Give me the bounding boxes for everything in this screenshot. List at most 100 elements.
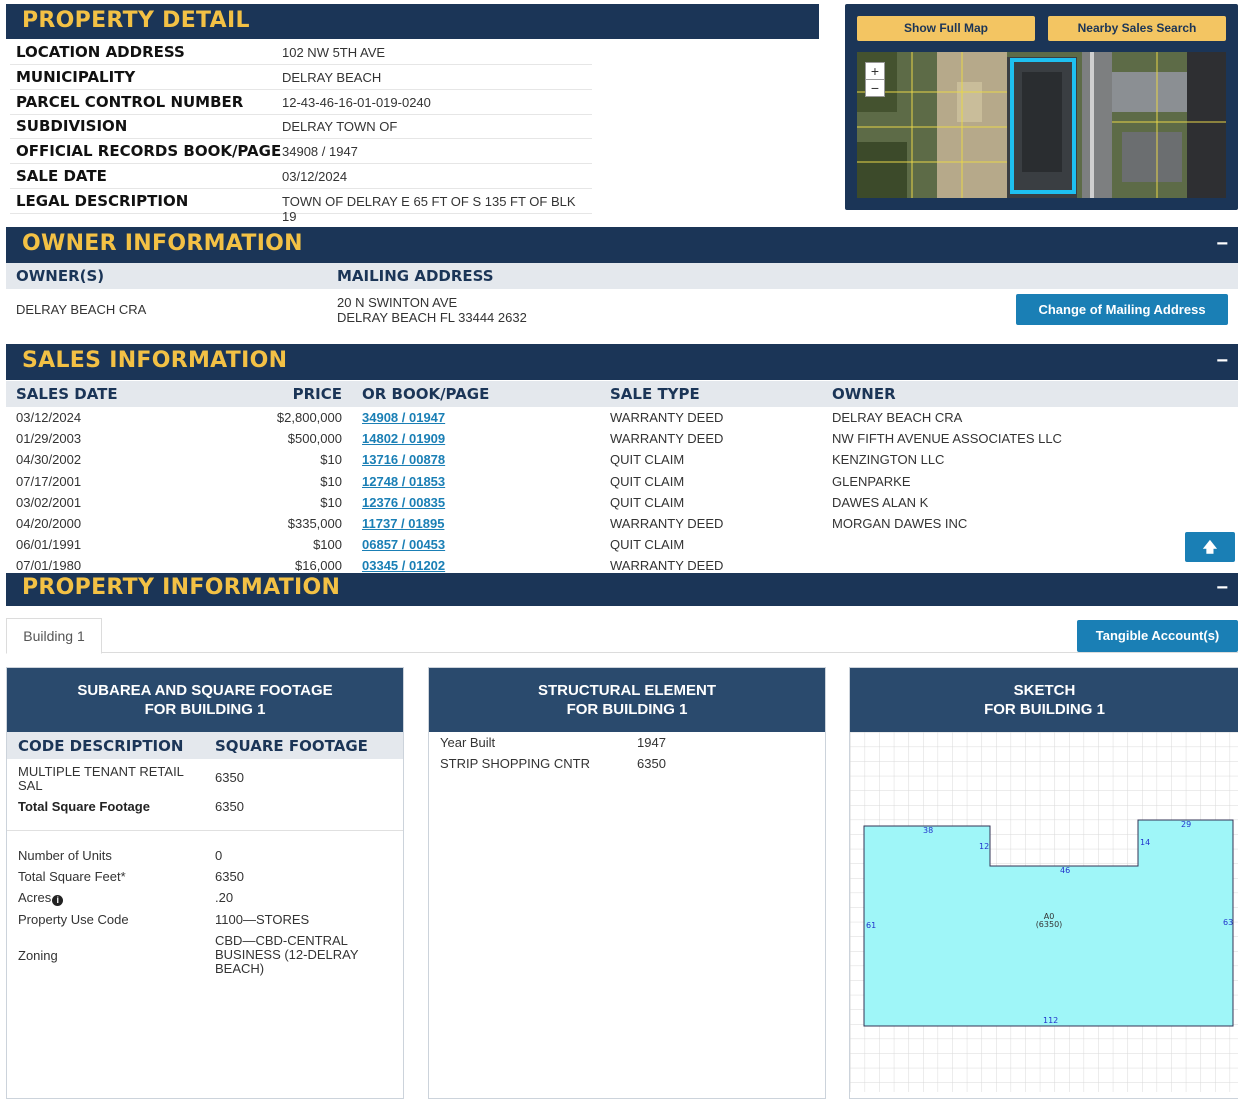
zoning-value: CBD—CBD-CENTRAL BUSINESS (12-DELRAY BEAC… <box>215 933 359 976</box>
property-detail-row: OFFICIAL RECORDS BOOK/PAGE 34908 / 1947 <box>10 139 592 165</box>
sale-owner: GLENPARKE <box>832 473 911 489</box>
sale-date: 04/20/2000 <box>16 516 82 531</box>
mailing-line-2: DELRAY BEACH FL 33444 2632 <box>337 310 527 325</box>
property-information-header[interactable]: PROPERTY INFORMATION − <box>6 573 1238 606</box>
subarea-sqft: 6350 <box>215 770 244 785</box>
sale-owner: KENZINGTON LLC <box>832 452 945 468</box>
property-detail-label: MUNICIPALITY <box>16 67 136 86</box>
sale-price: $500,000 <box>287 431 342 447</box>
zoom-in-button[interactable]: + <box>865 62 885 80</box>
property-detail-label: PARCEL CONTROL NUMBER <box>16 92 244 111</box>
property-detail-row: LEGAL DESCRIPTION TOWN OF DELRAY E 65 FT … <box>10 189 592 224</box>
book-page-link[interactable]: 03345 / 01202 <box>362 558 445 573</box>
divider <box>7 830 403 831</box>
sales-row: 04/30/2002 $10 13716 / 00878 QUIT CLAIM KENZ… <box>6 449 1238 470</box>
property-detail-title: PROPERTY DETAIL <box>22 8 250 33</box>
change-mailing-address-button[interactable]: Change of Mailing Address <box>1016 294 1228 325</box>
sale-type: QUIT CLAIM <box>610 452 685 468</box>
owner-collapse-icon[interactable]: − <box>1216 233 1228 256</box>
sale-date: 01/29/2003 <box>16 431 82 447</box>
dim-top-left: 38 <box>923 826 933 835</box>
sales-information-header[interactable]: SALES INFORMATION − <box>6 344 1238 380</box>
zoning-label: Zoning <box>18 948 58 963</box>
sale-owner: MORGAN DAWES INC <box>832 516 968 531</box>
code-description-header: CODE DESCRIPTION <box>18 737 184 755</box>
subarea-column-headers: CODE DESCRIPTION SQUARE FOOTAGE <box>7 732 403 759</box>
property-detail-label: SALE DATE <box>16 167 107 185</box>
sale-type-header: SALE TYPE <box>610 385 700 403</box>
square-footage-header: SQUARE FOOTAGE <box>215 737 368 755</box>
owner-column-headers: OWNER(S) MAILING ADDRESS <box>6 263 1238 289</box>
total-square-footage-value: 6350 <box>215 799 244 814</box>
sales-row: 03/12/2024 $2,800,000 34908 / 01947 WARRANT… <box>6 407 1238 428</box>
book-page-link[interactable]: 06857 / 00453 <box>362 537 445 552</box>
acres-label-text: Acres <box>18 890 52 905</box>
tangible-accounts-button[interactable]: Tangible Account(s) <box>1077 620 1238 652</box>
structural-title-line1: STRUCTURAL ELEMENT <box>537 682 717 699</box>
subarea-code: MULTIPLE TENANT RETAIL SAL <box>18 764 184 793</box>
dim-notch-left: 12 <box>979 842 989 851</box>
owner-name: DELRAY BEACH CRA <box>16 302 147 317</box>
sketch-title-line1: SKETCH <box>1013 682 1076 699</box>
sale-date: 03/02/2001 <box>16 494 82 510</box>
strip-shopping-value: 6350 <box>637 756 666 771</box>
property-information-collapse-icon[interactable]: − <box>1216 577 1228 600</box>
sale-date: 03/12/2024 <box>16 410 82 425</box>
sales-date-header: SALES DATE <box>16 385 118 403</box>
property-detail-value: TOWN OF DELRAY E 65 FT OF S 135 FT OF BL… <box>282 193 576 224</box>
owner-information-header[interactable]: OWNER INFORMATION − <box>6 227 1238 263</box>
property-detail-label: SUBDIVISION <box>16 117 128 136</box>
sale-owner: DAWES ALAN K <box>832 494 929 510</box>
sales-information-title: SALES INFORMATION <box>22 348 288 373</box>
info-icon[interactable]: i <box>52 895 64 906</box>
book-page-link[interactable]: 11737 / 01895 <box>362 516 444 531</box>
book-page-link[interactable]: 13716 / 00878 <box>362 452 445 467</box>
sales-column-headers: SALES DATE PRICE OR BOOK/PAGE SALE TYPE … <box>6 381 1238 407</box>
subarea-card-header: SUBAREA AND SQUARE FOOTAGE FOR BUILDING … <box>7 668 403 732</box>
property-detail-label: LEGAL DESCRIPTION <box>16 191 189 210</box>
book-page-link[interactable]: 14802 / 01909 <box>362 431 445 446</box>
sale-price: $10 <box>320 473 342 489</box>
aerial-map-image <box>857 52 1226 198</box>
property-use-code-value: 1100—STORES <box>215 912 310 927</box>
tab-bar-border <box>6 652 1238 653</box>
sale-type: WARRANTY DEED <box>610 410 724 425</box>
sales-row: 01/29/2003 $500,000 14802 / 01909 WARRANTY … <box>6 428 1238 449</box>
structural-card: STRUCTURAL ELEMENT FOR BUILDING 1 Year B… <box>428 667 826 1099</box>
book-page-link[interactable]: 12748 / 01853 <box>362 474 445 489</box>
sketch-card: SKETCH FOR BUILDING 1 38 12 46 14 29 61 … <box>849 667 1238 1099</box>
dim-top-right: 29 <box>1181 820 1191 829</box>
number-of-units-value: 0 <box>215 848 223 863</box>
map-panel: Show Full Map Nearby Sales Search + − <box>845 4 1238 210</box>
dim-notch-bottom: 46 <box>1060 866 1070 875</box>
nearby-sales-search-button[interactable]: Nearby Sales Search <box>1048 16 1226 41</box>
show-full-map-button[interactable]: Show Full Map <box>857 16 1035 41</box>
sale-price: $335,000 <box>287 516 342 531</box>
book-page-link[interactable]: 34908 / 01947 <box>362 410 445 425</box>
sale-type: WARRANTY DEED <box>610 516 724 531</box>
property-detail-label: LOCATION ADDRESS <box>16 43 185 61</box>
sketch-title-line2: FOR BUILDING 1 <box>984 701 1105 718</box>
dim-notch-right: 14 <box>1140 838 1150 847</box>
sales-row: 07/17/2001 $10 12748 / 01853 QUIT CLAIM GLEN… <box>6 471 1238 492</box>
total-square-feet-label: Total Square Feet* <box>18 869 126 884</box>
sale-price: $10 <box>320 452 342 468</box>
sale-type: QUIT CLAIM <box>610 494 685 510</box>
sale-price: $100 <box>313 537 342 553</box>
dim-bottom: 112 <box>1043 1016 1058 1025</box>
owner-information-title: OWNER INFORMATION <box>22 231 303 256</box>
property-detail-row: SUBDIVISION DELRAY TOWN OF <box>10 114 592 140</box>
area-sqft: (6350) <box>1036 920 1063 929</box>
scroll-top-button[interactable]: 🡅 <box>1185 532 1235 562</box>
zoom-out-button[interactable]: − <box>865 79 885 97</box>
number-of-units-label: Number of Units <box>18 848 112 863</box>
tab-building-1[interactable]: Building 1 <box>6 618 102 654</box>
sale-date: 04/30/2002 <box>16 452 82 468</box>
property-detail-value: DELRAY BEACH <box>282 69 382 85</box>
book-page-link[interactable]: 12376 / 00835 <box>362 495 445 510</box>
sale-owner-header: OWNER <box>832 385 896 403</box>
sale-date: 07/01/1980 <box>16 558 82 574</box>
sales-collapse-icon[interactable]: − <box>1216 350 1228 373</box>
aerial-map[interactable]: + − <box>857 52 1226 198</box>
property-use-code-label: Property Use Code <box>18 912 129 927</box>
